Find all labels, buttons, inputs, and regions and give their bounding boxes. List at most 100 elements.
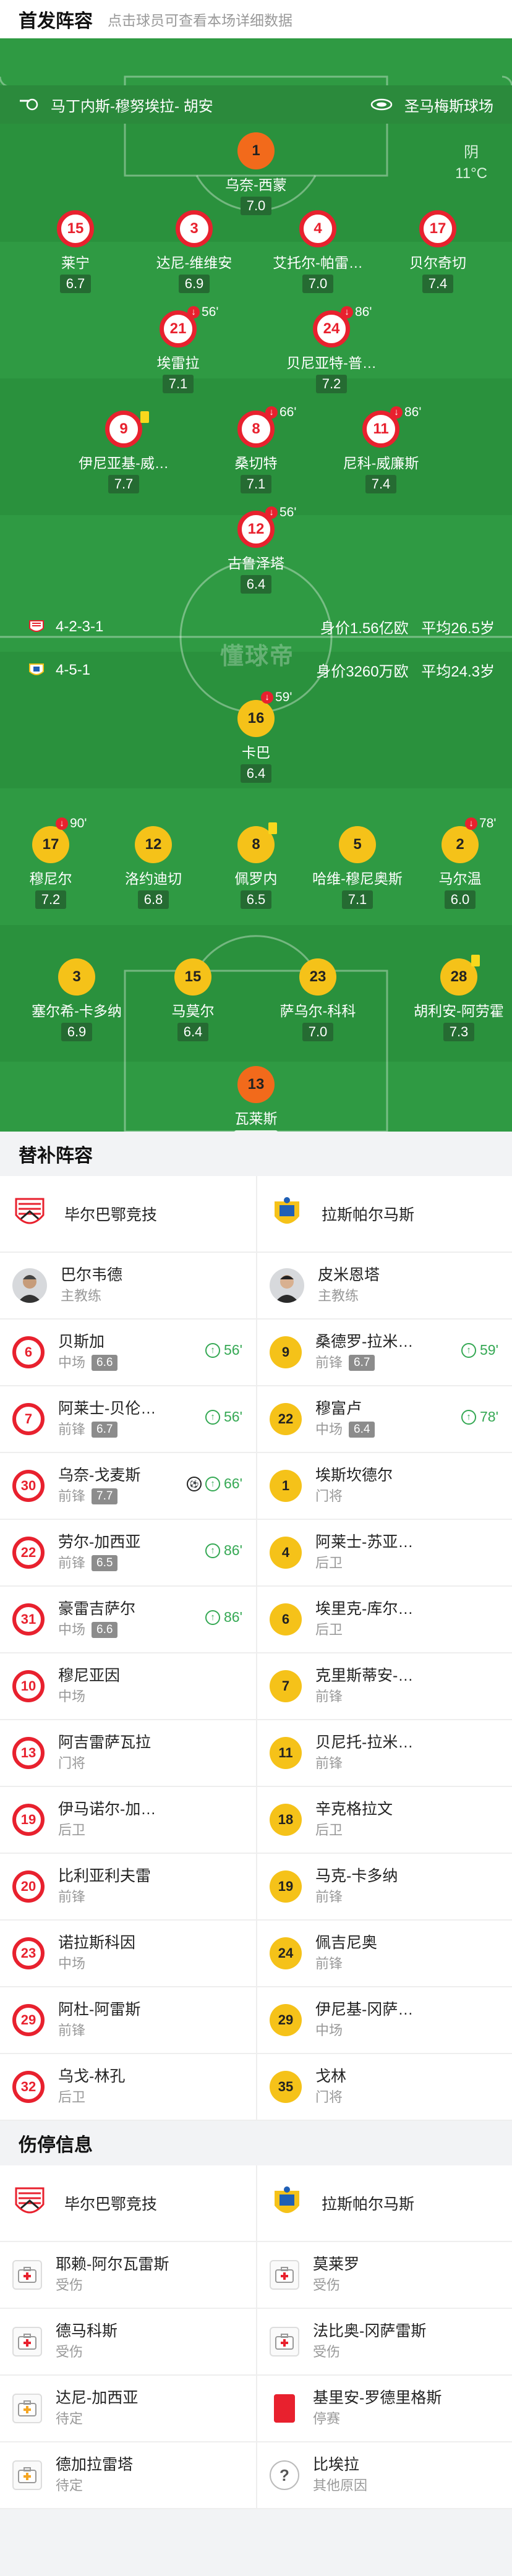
medical-kit-pending-icon <box>12 2394 42 2423</box>
sub-position: 前锋 <box>315 1689 343 1704</box>
home-player[interactable]: 11 ↓ 86' 尼科-威廉斯 7.4 <box>319 405 443 493</box>
sub-player-home[interactable]: 13 阿吉雷萨瓦拉 门将 <box>0 1720 256 1786</box>
away-coach-role: 主教练 <box>318 1288 359 1303</box>
jersey-number: 7 <box>270 1670 302 1702</box>
home-player[interactable]: 8 ↓ 66' 桑切特 7.1 <box>194 405 318 493</box>
player-name: 塞尔希-卡多纳 <box>32 1003 122 1019</box>
sub-player-home[interactable]: 19 伊马诺尔-加… 后卫 <box>0 1787 256 1853</box>
injured-player-away[interactable]: ? 比埃拉 其他原因 <box>256 2442 512 2508</box>
sub-player-home[interactable]: 23 诺拉斯科因 中场 <box>0 1921 256 1986</box>
sub-player-home[interactable]: 6 贝斯加 中场 6.6 ↑ 56' <box>0 1320 256 1385</box>
injured-player-away[interactable]: 法比奥-冈萨雷斯 受伤 <box>256 2309 512 2374</box>
sub-player-away[interactable]: 18 辛克格拉文 后卫 <box>256 1787 512 1853</box>
athletic-bilbao-logo <box>15 2187 45 2214</box>
injured-player-away[interactable]: 莫莱罗 受伤 <box>256 2242 512 2308</box>
jersey-number: 18 <box>270 1804 302 1836</box>
home-player[interactable]: 3 达尼-维维安 6.9 <box>132 210 256 293</box>
jersey-number: 20 <box>12 1870 45 1903</box>
jersey-number: 7 <box>12 1403 45 1435</box>
sub-player-home[interactable]: 30 乌奈-戈麦斯 前锋 7.7 ⚽ ↑ 66' <box>0 1453 256 1519</box>
away-team-header[interactable]: 拉斯帕尔马斯 <box>256 1176 512 1252</box>
substitution-in: ↑ 59' <box>461 1342 498 1358</box>
subs-row: 20 比利亚利夫雷 前锋 19 马克-卡多纳 前锋 <box>0 1854 512 1921</box>
weather-condition: 阴 <box>464 144 479 161</box>
away-team-header[interactable]: 拉斯帕尔马斯 <box>256 2165 512 2241</box>
injury-reason: 停赛 <box>313 2411 341 2426</box>
sub-player-away[interactable]: 29 伊尼基-冈萨… 中场 <box>256 1987 512 2053</box>
sub-player-home[interactable]: 20 比利亚利夫雷 前锋 <box>0 1854 256 1919</box>
jersey-number: 12 <box>135 826 172 863</box>
home-player[interactable]: 15 莱宁 6.7 <box>14 210 137 293</box>
player-name: 乌奈-西蒙 <box>225 177 287 193</box>
injured-player-home[interactable]: 耶赖-阿尔瓦雷斯 受伤 <box>0 2242 256 2308</box>
sub-name: 克里斯蒂安-… <box>315 1667 414 1684</box>
home-player[interactable]: 24 ↓ 86' 贝尼亚特-普… 7.2 <box>270 305 393 393</box>
jersey-number: 29 <box>12 2004 45 2036</box>
away-player[interactable]: 28 胡利安-阿劳霍 7.3 <box>397 955 512 1041</box>
sub-player-home[interactable]: 32 乌戈-林孔 后卫 <box>0 2054 256 2120</box>
sub-name: 伊尼基-冈萨… <box>315 2001 414 2018</box>
whistle-icon <box>20 98 38 111</box>
player-rating: 6.9 <box>61 1023 93 1041</box>
yellow-card-icon <box>140 411 149 423</box>
sub-player-away[interactable]: 1 埃斯坎德尔 门将 <box>256 1453 512 1519</box>
home-team-header[interactable]: 毕尔巴鄂竞技 <box>0 2165 256 2241</box>
sub-player-home[interactable]: 7 阿莱士-贝伦… 前锋 6.7 ↑ 56' <box>0 1386 256 1452</box>
sub-player-away[interactable]: 35 戈林 门将 <box>256 2054 512 2120</box>
home-coach[interactable]: 巴尔韦德 主教练 <box>0 1253 256 1318</box>
home-team-header[interactable]: 毕尔巴鄂竞技 <box>0 1176 256 1252</box>
jersey-number: 21 ↓ 56' <box>160 305 218 348</box>
home-player[interactable]: 21 ↓ 56' 埃雷拉 7.1 <box>116 305 240 393</box>
player-rating: 6.5 <box>240 890 272 909</box>
match-info-bar: 马丁内斯-穆努埃拉- 胡安 圣马梅斯球场 <box>0 85 512 124</box>
jersey-number: 9 <box>105 411 149 448</box>
header: 首发阵容 点击球员可查看本场详细数据 <box>0 0 512 38</box>
injury-row: 德马科斯 受伤 法比奥-冈萨雷斯 受伤 <box>0 2309 512 2376</box>
away-coach[interactable]: 皮米恩塔 主教练 <box>256 1253 512 1318</box>
sub-player-home[interactable]: 10 穆尼亚因 中场 <box>0 1653 256 1719</box>
home-player[interactable]: 1 乌奈-西蒙 7.0 <box>194 132 318 215</box>
sub-player-away[interactable]: 4 阿莱士-苏亚… 后卫 <box>256 1520 512 1585</box>
player-rating: 7.7 <box>108 475 140 493</box>
sub-player-away[interactable]: 19 马克-卡多纳 前锋 <box>256 1854 512 1919</box>
jersey-number: 28 <box>440 955 480 996</box>
home-player[interactable]: 9 伊尼亚基-威… 7.7 <box>62 411 186 493</box>
player-name: 尼科-威廉斯 <box>343 455 419 471</box>
away-player[interactable]: 15 马莫尔 6.4 <box>131 958 255 1041</box>
home-player[interactable]: 4 艾托尔-帕雷… 7.0 <box>256 210 380 293</box>
injured-player-away[interactable]: 基里安-罗德里格斯 停赛 <box>256 2376 512 2441</box>
player-rating: 7.2 <box>315 375 348 393</box>
sub-position: 前锋 <box>315 1956 343 1971</box>
coach-avatar <box>12 1268 47 1303</box>
sub-player-away[interactable]: 7 克里斯蒂安-… 前锋 <box>256 1653 512 1719</box>
medical-kit-icon <box>270 2260 299 2290</box>
sub-player-away[interactable]: 6 埃里克-库尔… 后卫 <box>256 1587 512 1652</box>
sub-player-away[interactable]: 11 贝尼托-拉米… 前锋 <box>256 1720 512 1786</box>
player-rating: 7.3 <box>443 1023 475 1041</box>
sub-in-arrow-icon: ↑ <box>461 1409 477 1425</box>
sub-player-home[interactable]: 22 劳尔-加西亚 前锋 6.5 ↑ 86' <box>0 1520 256 1585</box>
sub-player-home[interactable]: 31 豪雷吉萨尔 中场 6.6 ↑ 86' <box>0 1587 256 1652</box>
sub-player-away[interactable]: 22 穆富卢 中场 6.4 ↑ 78' <box>256 1386 512 1452</box>
home-player[interactable]: 17 贝尔奇切 7.4 <box>376 210 500 293</box>
away-player[interactable]: 13 瓦莱斯 ★8.8 <box>194 1066 318 1132</box>
home-team-name: 毕尔巴鄂竞技 <box>64 1206 158 1224</box>
injured-name: 达尼-加西亚 <box>56 2389 139 2407</box>
away-player[interactable]: 16 ↓ 59' 卡巴 6.4 <box>194 690 318 783</box>
home-player[interactable]: 12 ↓ 56' 古鲁泽塔 6.4 <box>194 505 318 594</box>
jersey-number: 11 <box>270 1737 302 1769</box>
subs-section-title: 替补阵容 <box>0 1132 512 1176</box>
away-player[interactable]: 2 ↓ 78' 马尔温 6.0 <box>398 816 512 909</box>
sub-in-arrow-icon: ↑ <box>205 1543 221 1558</box>
player-name: 马尔温 <box>438 871 482 887</box>
away-player[interactable]: 3 塞尔希-卡多纳 6.9 <box>15 958 139 1041</box>
home-age: 平均26.5岁 <box>421 620 495 637</box>
injured-player-home[interactable]: 德加拉雷塔 待定 <box>0 2442 256 2508</box>
sub-player-away[interactable]: 9 桑德罗-拉米… 前锋 6.7 ↑ 59' <box>256 1320 512 1385</box>
injured-player-home[interactable]: 达尼-加西亚 待定 <box>0 2376 256 2441</box>
sub-name: 桑德罗-拉米… <box>315 1333 414 1350</box>
injured-player-home[interactable]: 德马科斯 受伤 <box>0 2309 256 2374</box>
away-player[interactable]: 23 萨乌尔-科科 7.0 <box>256 958 380 1041</box>
sub-player-home[interactable]: 29 阿杜-阿雷斯 前锋 <box>0 1987 256 2053</box>
sub-player-away[interactable]: 24 佩吉尼奥 前锋 <box>256 1921 512 1986</box>
